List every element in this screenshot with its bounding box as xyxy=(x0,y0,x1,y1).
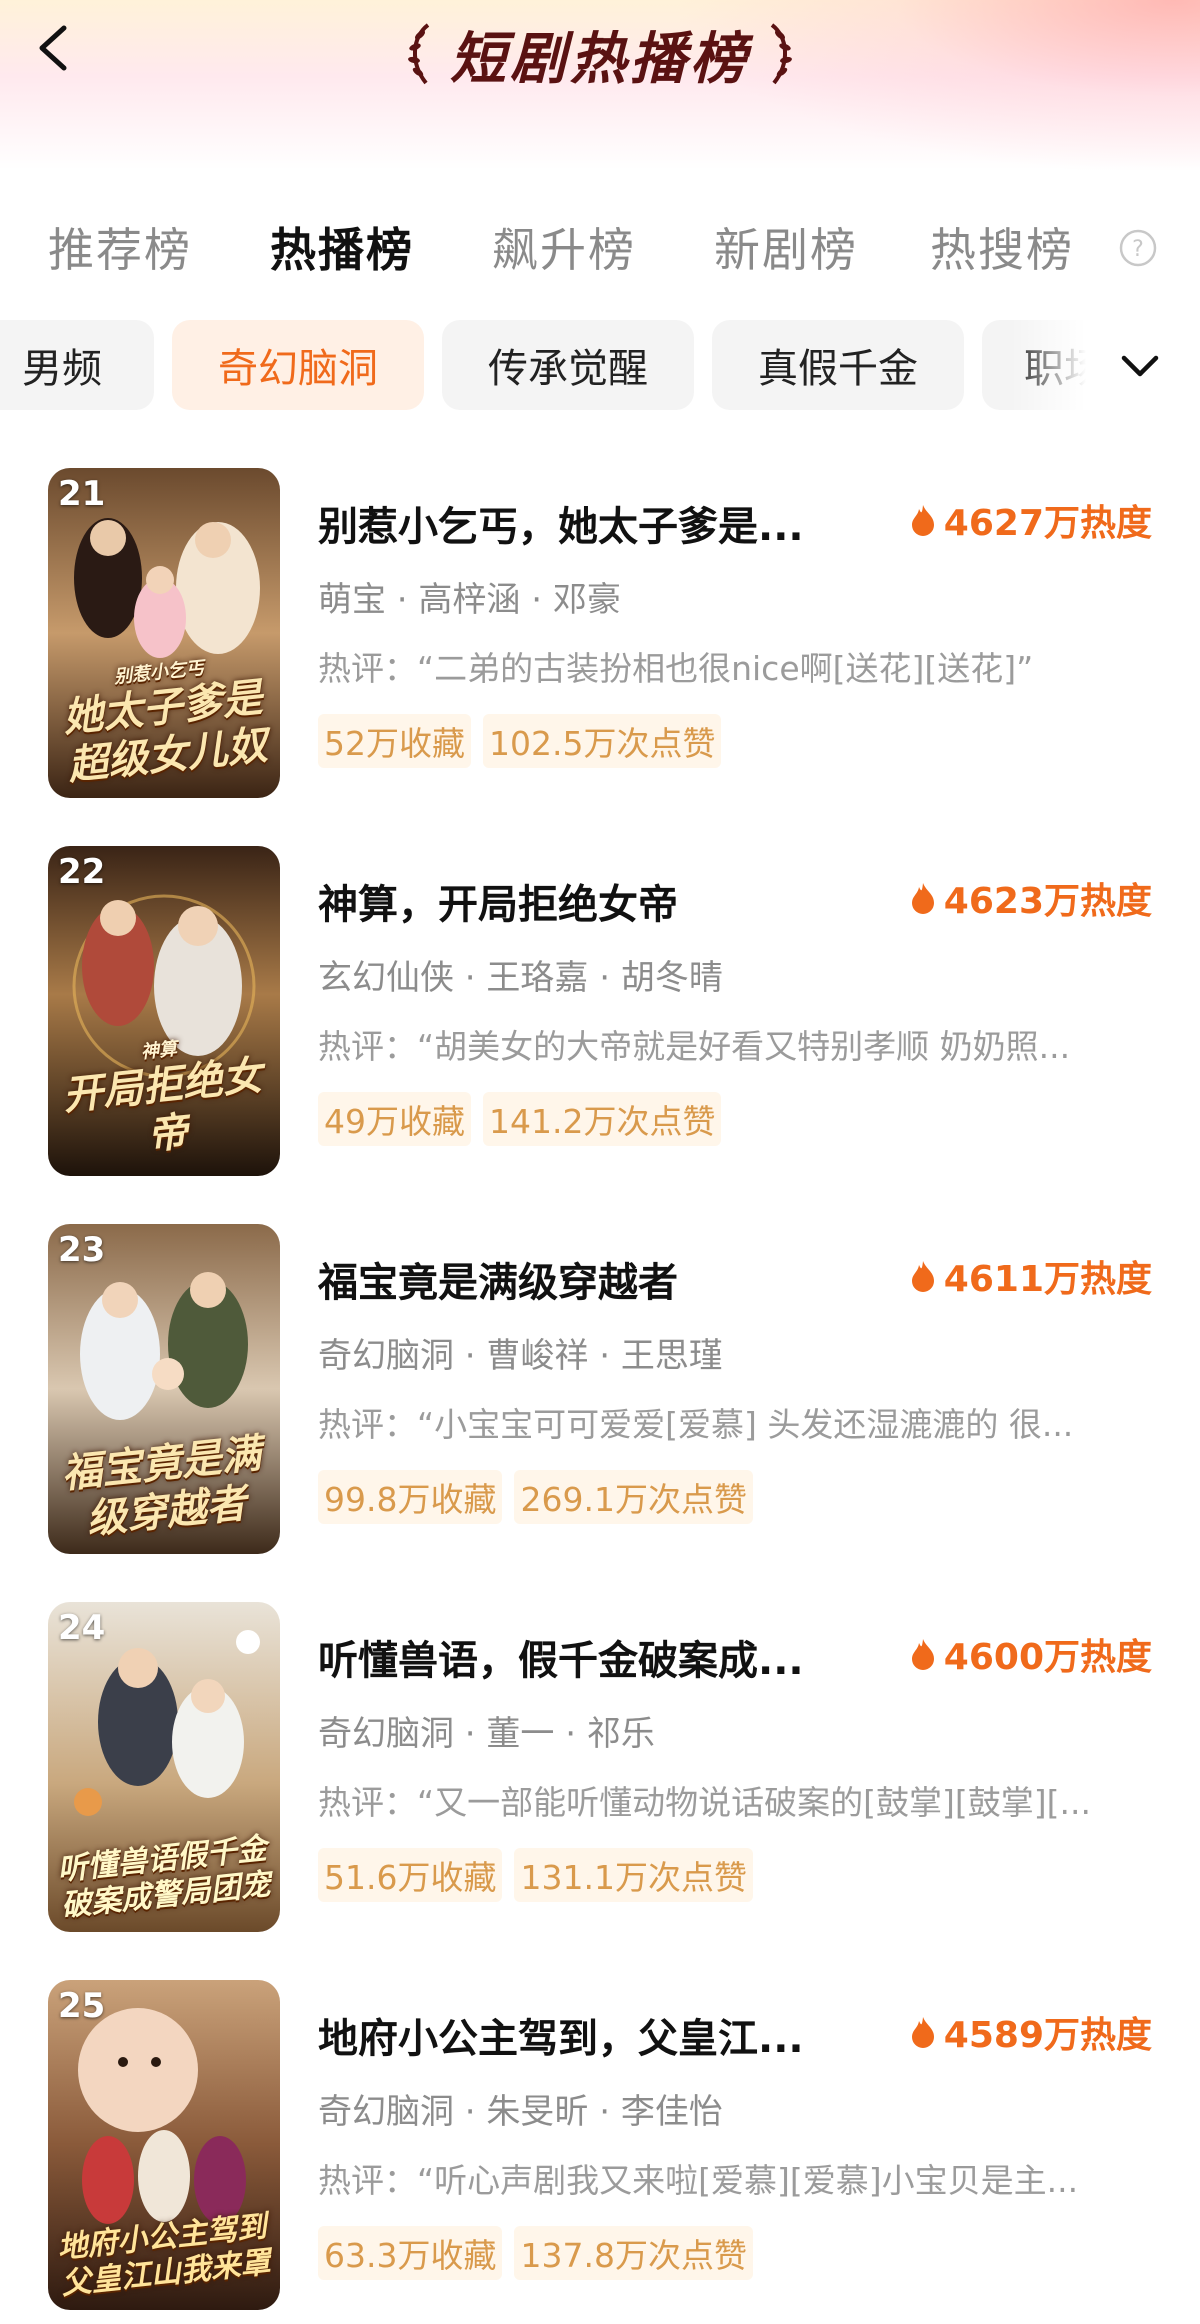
hot-comment: 热评：“又一部能听懂动物说话破案的[鼓掌][鼓掌][... xyxy=(318,1783,1091,1822)
chip-male[interactable]: 男频 xyxy=(0,320,154,410)
drama-title[interactable]: 神算，开局拒绝女帝 xyxy=(318,872,878,930)
favorites-count: 63.3万收藏 xyxy=(318,2226,503,2280)
drama-title[interactable]: 福宝竟是满级穿越者 xyxy=(318,1250,878,1308)
hot-comment: 热评：“小宝宝可可爱爱[爱慕] 头发还湿漉漉的 很... xyxy=(318,1405,1074,1444)
drama-title[interactable]: 听懂兽语，假千金破案成... xyxy=(318,1628,878,1686)
rank-number: 21 xyxy=(58,474,106,514)
favorites-count: 51.6万收藏 xyxy=(318,1848,503,1902)
likes-count: 141.2万次点赞 xyxy=(483,1092,722,1146)
page-title: 短剧热播榜 xyxy=(450,26,750,92)
stats-row: 49万收藏 141.2万次点赞 xyxy=(318,1092,733,1146)
hot-comment: 热评：“听心声剧我又来啦[爱慕][爱慕]小宝贝是主... xyxy=(318,2161,1079,2200)
poster-image[interactable]: 21 别惹小乞丐 她太子爹是超级女儿奴 xyxy=(48,468,280,798)
drama-tags: 萌宝 · 高梓涵 · 邓豪 xyxy=(318,580,621,620)
likes-count: 102.5万次点赞 xyxy=(483,714,722,768)
drama-title[interactable]: 别惹小乞丐，她太子爹是... xyxy=(318,494,878,552)
poster-image[interactable]: 24 听懂兽语假千金破案成警局团宠 xyxy=(48,1602,280,1932)
list-item[interactable]: 23 福宝竟是满级穿越者 福宝竟是满级穿越者 4611万热度 奇幻脑洞 · 曹峻… xyxy=(0,1224,1200,1554)
page-title-block: 短剧热播榜 xyxy=(0,14,1200,94)
poster-image[interactable]: 23 福宝竟是满级穿越者 xyxy=(48,1224,280,1554)
rank-number: 24 xyxy=(58,1608,106,1648)
flame-icon xyxy=(911,505,934,536)
rank-tabs: 推荐榜 热播榜 飙升榜 新剧榜 热搜榜 xyxy=(0,214,1200,284)
stats-row: 63.3万收藏 137.8万次点赞 xyxy=(318,2226,765,2280)
stats-row: 52万收藏 102.5万次点赞 xyxy=(318,714,733,768)
stats-row: 51.6万收藏 131.1万次点赞 xyxy=(318,1848,765,1902)
poster-title-art: 别惹小乞丐 她太子爹是超级女儿奴 xyxy=(60,657,270,790)
drama-title[interactable]: 地府小公主驾到，父皇江... xyxy=(318,2006,878,2064)
flame-icon xyxy=(911,1639,934,1670)
list-item[interactable]: 24 听懂兽语假千金破案成警局团宠 听懂兽语，假千金破案成... 4600万热度… xyxy=(0,1602,1200,1932)
laurel-left-icon xyxy=(408,23,430,85)
heat-value: 4611万热度 xyxy=(910,1250,1152,1302)
chevron-down-icon[interactable] xyxy=(1116,346,1164,386)
heat-value: 4589万热度 xyxy=(910,2006,1152,2058)
likes-count: 137.8万次点赞 xyxy=(514,2226,753,2280)
poster-image[interactable]: 22 神算 开局拒绝女帝 xyxy=(48,846,280,1176)
hot-comment: 热评：“胡美女的大帝就是好看又特别孝顺 奶奶照... xyxy=(318,1027,1071,1066)
flame-icon xyxy=(911,1261,934,1292)
favorites-count: 99.8万收藏 xyxy=(318,1470,503,1524)
stats-row: 99.8万收藏 269.1万次点赞 xyxy=(318,1470,765,1524)
rank-number: 22 xyxy=(58,852,106,892)
flame-icon xyxy=(911,2017,934,2048)
heat-value: 4627万热度 xyxy=(910,494,1152,546)
poster-image[interactable]: 25 地府小公主驾到父皇江山我来罩 xyxy=(48,1980,280,2310)
chip-true-false-heiress[interactable]: 真假千金 xyxy=(712,320,964,410)
poster-title-art: 神算 开局拒绝女帝 xyxy=(60,1038,265,1159)
chip-fantasy[interactable]: 奇幻脑洞 xyxy=(172,320,424,410)
tab-new[interactable]: 新剧榜 xyxy=(714,214,858,280)
rank-number: 25 xyxy=(58,1986,106,2026)
favorites-count: 52万收藏 xyxy=(318,714,471,768)
page: 短剧热播榜 推荐榜 热播榜 飙升榜 新剧榜 热搜榜 ? 男频 奇幻脑洞 传承觉醒… xyxy=(0,0,1200,2324)
list-item[interactable]: 25 地府小公主驾到父皇江山我来罩 地府小公主驾到，父皇江... 4589万热度… xyxy=(0,1980,1200,2310)
heat-value: 4600万热度 xyxy=(910,1628,1152,1680)
drama-tags: 奇幻脑洞 · 朱旻昕 · 李佳怡 xyxy=(318,2092,723,2132)
tab-hot-search[interactable]: 热搜榜 xyxy=(930,214,1074,280)
laurel-right-icon xyxy=(770,23,792,85)
list-item[interactable]: 21 别惹小乞丐 她太子爹是超级女儿奴 别惹小乞丐，她太子爹是... 4627万… xyxy=(0,468,1200,798)
heat-value: 4623万热度 xyxy=(910,872,1152,924)
hot-comment: 热评：“二弟的古装扮相也很nice啊[送花][送花]” xyxy=(318,649,1034,688)
likes-count: 269.1万次点赞 xyxy=(514,1470,753,1524)
drama-tags: 玄幻仙侠 · 王珞嘉 · 胡冬晴 xyxy=(318,958,723,998)
list-item[interactable]: 22 神算 开局拒绝女帝 神算，开局拒绝女帝 4623万热度 玄幻仙侠 · 王珞… xyxy=(0,846,1200,1176)
drama-tags: 奇幻脑洞 · 曹峻祥 · 王思瑾 xyxy=(318,1336,723,1376)
drama-tags: 奇幻脑洞 · 董一 · 祁乐 xyxy=(318,1714,655,1754)
favorites-count: 49万收藏 xyxy=(318,1092,471,1146)
chips-fade xyxy=(1010,320,1200,412)
tab-recommend[interactable]: 推荐榜 xyxy=(48,214,192,280)
chip-inheritance[interactable]: 传承觉醒 xyxy=(442,320,694,410)
rank-number: 23 xyxy=(58,1230,106,1270)
tab-rising[interactable]: 飙升榜 xyxy=(492,214,636,280)
tab-hot-play[interactable]: 热播榜 xyxy=(270,214,414,280)
likes-count: 131.1万次点赞 xyxy=(514,1848,753,1902)
flame-icon xyxy=(911,883,934,914)
